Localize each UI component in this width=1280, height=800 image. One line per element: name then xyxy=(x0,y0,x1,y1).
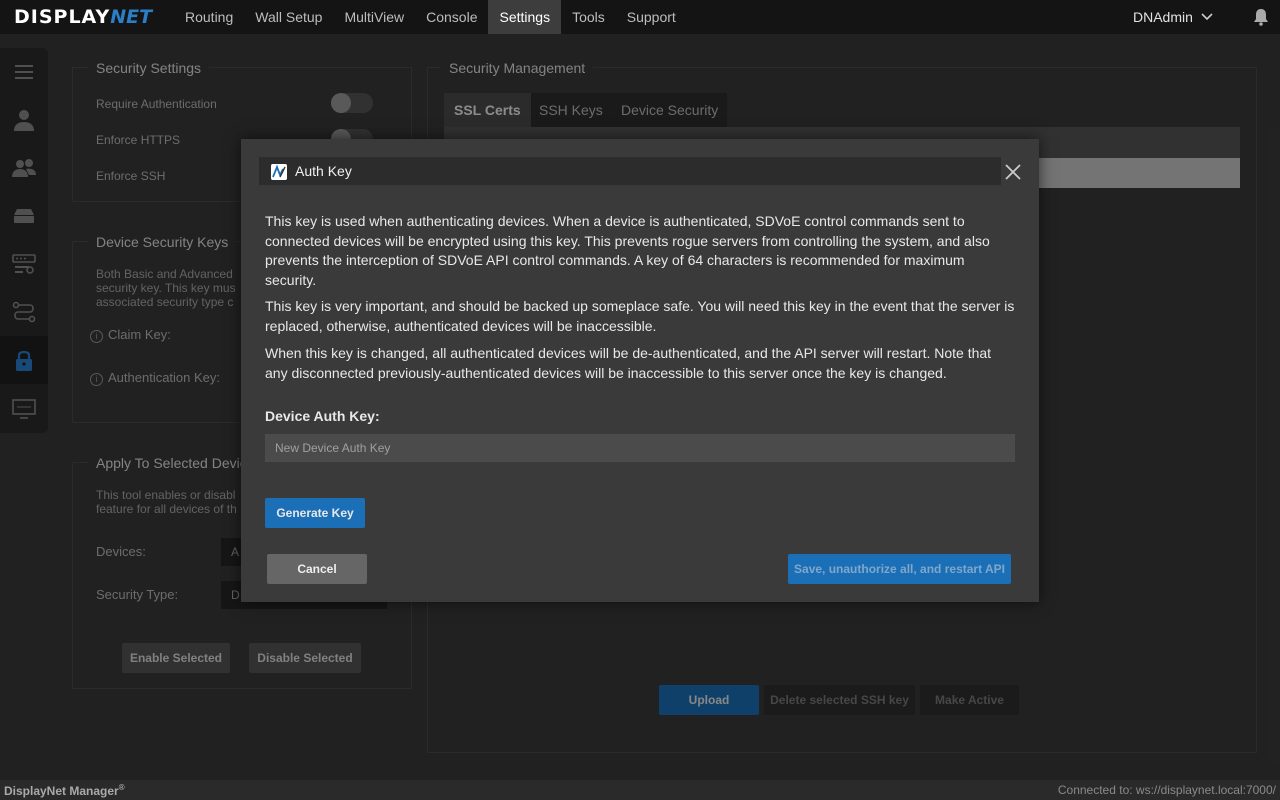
footer-app-name: DisplayNet Manager® xyxy=(4,783,125,798)
app-logo-icon xyxy=(271,164,287,180)
dialog-title: Auth Key xyxy=(295,163,352,179)
device-auth-key-label: Device Auth Key: xyxy=(265,408,380,424)
close-icon[interactable] xyxy=(1003,162,1023,182)
nav-settings[interactable]: Settings xyxy=(488,0,562,34)
top-bar: DISPLAY NET Routing Wall Setup MultiView … xyxy=(0,0,1280,34)
user-menu[interactable]: DNAdmin xyxy=(1133,0,1213,34)
brand-net: NET xyxy=(110,6,153,28)
device-auth-key-input[interactable] xyxy=(265,434,1015,462)
main-nav: Routing Wall Setup MultiView Console Set… xyxy=(174,0,687,34)
cancel-button[interactable]: Cancel xyxy=(267,554,367,584)
nav-support[interactable]: Support xyxy=(616,0,687,34)
registered-mark: ® xyxy=(118,783,125,792)
nav-multiview[interactable]: MultiView xyxy=(333,0,415,34)
nav-routing[interactable]: Routing xyxy=(174,0,244,34)
dialog-paragraph-1: This key is used when authenticating dev… xyxy=(265,213,990,288)
user-name: DNAdmin xyxy=(1133,8,1193,25)
generate-key-button[interactable]: Generate Key xyxy=(265,498,365,528)
nav-console[interactable]: Console xyxy=(415,0,488,34)
dialog-header: Auth Key xyxy=(259,157,1001,185)
save-restart-button[interactable]: Save, unauthorize all, and restart API xyxy=(788,554,1011,584)
nav-tools[interactable]: Tools xyxy=(561,0,616,34)
connection-status: Connected to: ws://displaynet.local:7000… xyxy=(1057,783,1276,797)
brand-logo[interactable]: DISPLAY NET xyxy=(14,4,152,30)
brand-display: DISPLAY xyxy=(14,6,111,28)
nav-wall-setup[interactable]: Wall Setup xyxy=(244,0,333,34)
app-name-text: DisplayNet Manager xyxy=(4,784,119,798)
dialog-paragraph-2: This key is very important, and should b… xyxy=(265,298,1015,334)
footer: DisplayNet Manager® Connected to: ws://d… xyxy=(0,780,1280,800)
chevron-down-icon xyxy=(1201,13,1213,21)
auth-key-dialog: Auth Key This key is used when authentic… xyxy=(241,139,1039,602)
dialog-paragraph-3: When this key is changed, all authentica… xyxy=(265,345,992,381)
bell-icon[interactable] xyxy=(1252,8,1270,26)
